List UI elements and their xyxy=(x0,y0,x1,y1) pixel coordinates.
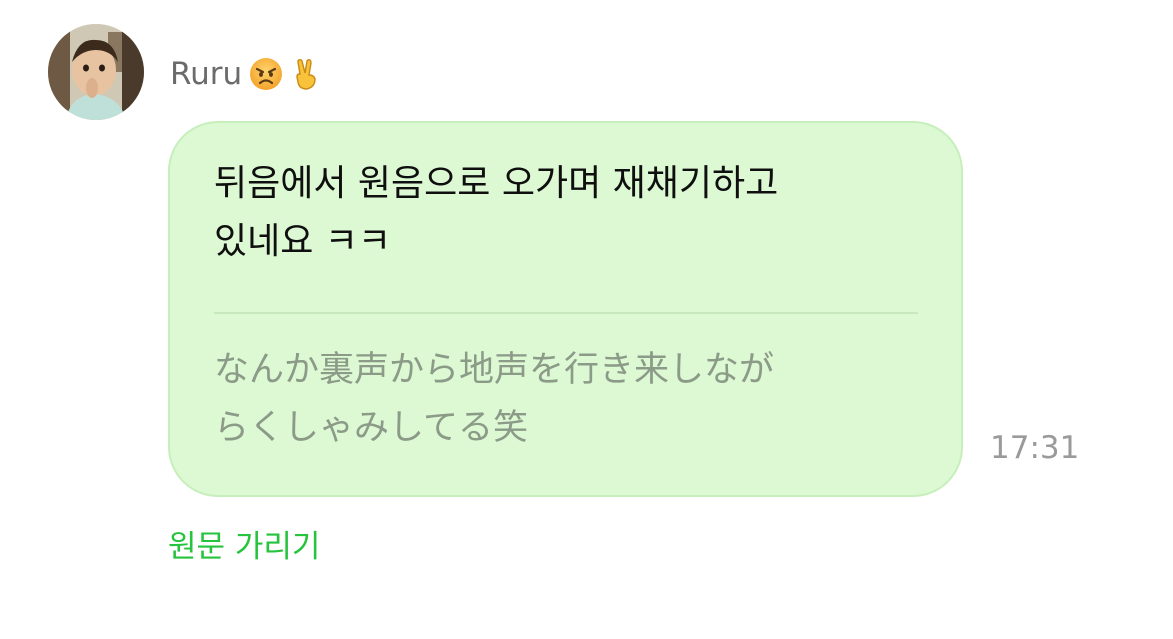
message-bubble[interactable]: 뒤음에서 원음으로 오가며 재채기하고 있네요 ㅋㅋ なんか裏声から地声を行き来… xyxy=(168,121,963,497)
original-message-text: なんか裏声から地声を行き来しなが らくしゃみしてる笑 xyxy=(214,350,775,448)
hide-original-link[interactable]: 원문 가리기 xyxy=(168,527,320,567)
bubble-divider xyxy=(214,312,918,314)
angry-face-icon xyxy=(248,56,284,92)
sender-avatar[interactable] xyxy=(48,24,144,120)
avatar-photo xyxy=(48,24,144,120)
sender-name: Ruru xyxy=(170,56,243,92)
sender-name-row[interactable]: Ruru xyxy=(170,54,324,94)
victory-hand-icon xyxy=(288,56,324,92)
message-timestamp: 17:31 xyxy=(990,430,1080,466)
translated-message-text: 뒤음에서 원음으로 오가며 재채기하고 있네요 ㅋㅋ xyxy=(214,163,779,262)
